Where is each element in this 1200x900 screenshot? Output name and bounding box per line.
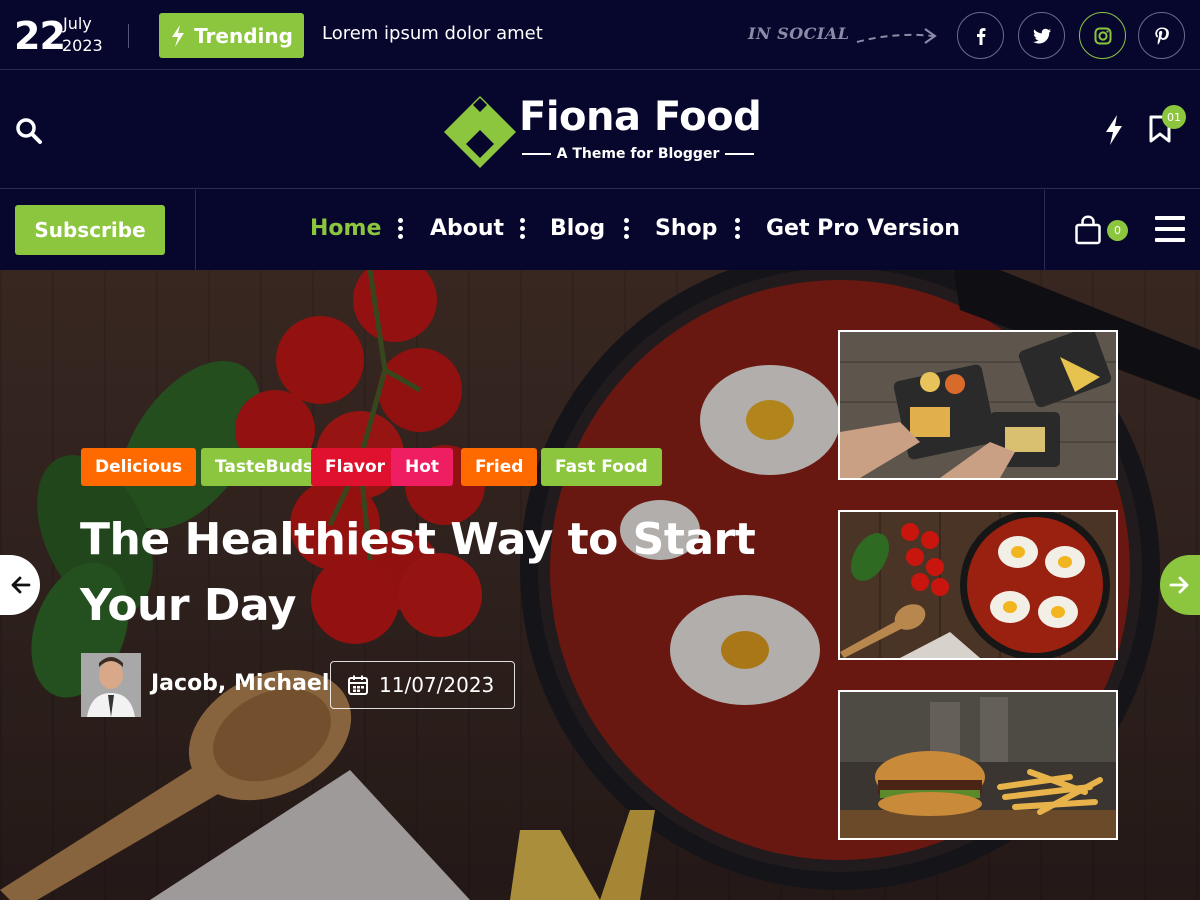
date-year: 2023: [62, 36, 103, 55]
dashed-arrow-icon: [856, 28, 937, 44]
nav-item-home[interactable]: Home: [310, 214, 381, 244]
site-header: Fiona Food A Theme for Blogger 01: [0, 71, 1200, 189]
date-month: July: [63, 14, 92, 33]
search-icon[interactable]: [14, 116, 44, 146]
author-avatar[interactable]: [81, 653, 141, 717]
post-title[interactable]: The Healthiest Way to Start Your Day: [80, 507, 780, 639]
pinterest-icon: [1154, 27, 1169, 45]
nav-item-blog[interactable]: Blog: [550, 214, 605, 244]
shopping-bag-icon[interactable]: [1074, 215, 1102, 245]
tag-delicious[interactable]: Delicious: [81, 448, 197, 486]
nav-item-about[interactable]: About: [430, 214, 504, 244]
lightning-icon: [172, 24, 185, 47]
post-date: 11/07/2023: [330, 661, 515, 709]
pinterest-link[interactable]: [1138, 12, 1185, 59]
arrow-left-icon: [11, 576, 31, 594]
lightning-icon[interactable]: [1103, 115, 1125, 145]
tag-hot[interactable]: Hot: [391, 448, 454, 486]
date-day: 22: [14, 14, 66, 58]
tag-flavor[interactable]: Flavor: [311, 448, 400, 486]
instagram-icon: [1094, 27, 1111, 44]
twitter-link[interactable]: [1018, 12, 1065, 59]
cart-count-badge: 0: [1107, 220, 1128, 241]
divider: [195, 190, 196, 270]
tag-tastebuds[interactable]: TasteBuds: [201, 448, 327, 486]
facebook-link[interactable]: [957, 12, 1004, 59]
arrow-right-icon: [1169, 576, 1189, 594]
nav-separator-icon: [735, 218, 741, 240]
site-name[interactable]: Fiona Food: [519, 93, 762, 141]
nav-item-get-pro-version[interactable]: Get Pro Version: [766, 214, 960, 244]
site-tagline: A Theme for Blogger: [522, 146, 755, 162]
subscribe-button[interactable]: Subscribe: [15, 205, 165, 255]
social-label: IN SOCIAL: [748, 24, 850, 43]
bookmark-count-badge: 01: [1162, 105, 1186, 129]
trending-label: Trending: [194, 23, 293, 48]
slide-thumbnail[interactable]: [838, 510, 1118, 660]
nav-separator-icon: [520, 218, 526, 240]
facebook-icon: [976, 27, 985, 45]
logo-icon[interactable]: [444, 96, 516, 168]
divider: [128, 24, 129, 48]
divider: [1044, 190, 1045, 270]
twitter-icon: [1032, 28, 1051, 43]
ticker-headline[interactable]: Lorem ipsum dolor amet: [322, 22, 543, 46]
nav-separator-icon: [624, 218, 630, 240]
top-bar: 22 July 2023 Trending Lorem ipsum dolor …: [0, 0, 1200, 70]
tag-fast-food[interactable]: Fast Food: [541, 448, 662, 486]
nav-separator-icon: [398, 218, 404, 240]
calendar-icon: [348, 675, 368, 695]
tag-fried[interactable]: Fried: [461, 448, 538, 486]
post-author[interactable]: Jacob, Michael: [151, 669, 329, 699]
instagram-link[interactable]: [1079, 12, 1126, 59]
trending-button[interactable]: Trending: [159, 13, 304, 58]
nav-item-shop[interactable]: Shop: [655, 214, 717, 244]
hero-slider: Delicious TasteBuds Flavor Hot Fried Fas…: [0, 270, 1200, 900]
slide-thumbnail[interactable]: [838, 330, 1118, 480]
main-nav: Subscribe Home About Blog Shop Get Pro V…: [0, 190, 1200, 270]
slide-thumbnail[interactable]: [838, 690, 1118, 840]
hamburger-menu-icon[interactable]: [1155, 216, 1185, 243]
